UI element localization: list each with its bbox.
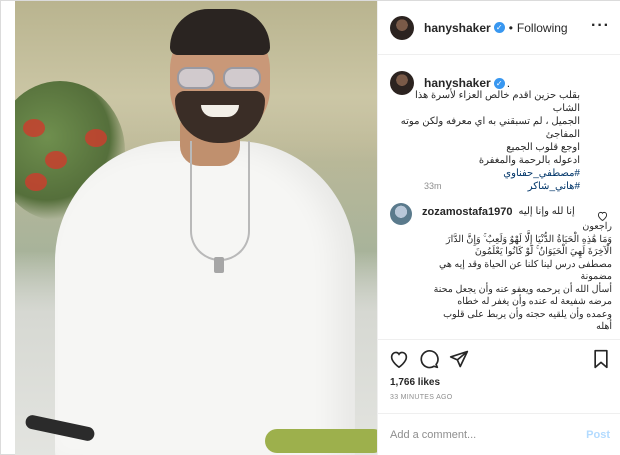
comment-item: zozamostafa1970 إنا لله وإنا إليه راجعون… [390, 203, 612, 332]
comment-line: وَمَا هَٰذِهِ الْحَيَاةُ الدُّنْيَا إِلَ… [446, 233, 612, 245]
green-seat [265, 429, 377, 453]
comment-bubble-icon[interactable] [418, 348, 440, 370]
verified-badge-icon: ✓ [493, 22, 505, 33]
post-comment-button[interactable]: Post [586, 429, 610, 441]
action-bar [378, 339, 620, 379]
background-flower [45, 151, 67, 169]
comments-list[interactable]: hanyshaker ✓ . بقلب حزين اقدم خالص العزا… [378, 57, 620, 339]
hashtag-link[interactable]: #هاني_شاكر [390, 180, 580, 193]
person-smile [201, 105, 239, 117]
author-avatar[interactable] [390, 15, 414, 40]
commenter-username[interactable]: zozamostafa1970 [422, 206, 513, 218]
caption-line: بقلب حزين اقدم خالص العزاء لأسرة هذا الش… [414, 90, 580, 114]
sunglasses-lens [177, 67, 215, 89]
paper-plane-icon[interactable] [448, 348, 470, 370]
post-header: hanyshaker ✓ • Following ··· [378, 1, 620, 55]
necklace-pendant [214, 257, 224, 273]
post-timestamp[interactable]: 33 MINUTES AGO [390, 394, 453, 401]
caption-line: ادعوله بالرحمة والمغفرة [478, 155, 580, 166]
more-horizontal-icon[interactable]: ··· [591, 17, 610, 35]
comment-text: راجعون وَمَا هَٰذِهِ الْحَيَاةُ الدُّنْي… [390, 221, 612, 334]
comment-line: مصطفى درس لينا كلنا عن الحياة وقد إيه هي [438, 258, 612, 270]
comment-line: مضمونة [580, 271, 612, 282]
author-username[interactable]: hanyshaker [424, 21, 491, 35]
comment-line: أسأل الله أن يرحمه ويعفو عنه وأن يجعل مح… [433, 283, 612, 295]
comment-line: الْآخِرَةَ لَهِيَ الْحَيَوَانُ ۚ لَوْ كَ… [474, 246, 612, 257]
sunglasses-lens [223, 67, 261, 89]
add-comment-input[interactable] [390, 429, 587, 441]
background-flower [25, 173, 47, 191]
heart-outline-icon[interactable] [388, 348, 410, 370]
bookmark-icon[interactable] [590, 348, 612, 370]
comment-inline-text: إنا لله وإنا إليه [518, 206, 575, 217]
comment-line: أهله [596, 321, 612, 332]
background-flower [85, 129, 107, 147]
caption-inline-text: . [506, 76, 511, 90]
header-separator: • [508, 20, 513, 35]
comment-line: مرضه شفيعة له عنده وأن يغفر له خطاه [457, 296, 612, 307]
likes-count[interactable]: 1,766 likes [390, 377, 440, 388]
caption-timestamp[interactable]: 33m [424, 181, 442, 191]
hashtag-link[interactable]: #مصطفي_حفناوي [390, 167, 580, 180]
caption-text: بقلب حزين اقدم خالص العزاء لأسرة هذا الش… [390, 89, 580, 193]
caption-username[interactable]: hanyshaker [424, 76, 491, 90]
comment-form: Post [378, 413, 620, 455]
sunglasses [175, 67, 265, 91]
verified-badge-icon: ✓ [493, 77, 505, 89]
comment-line: وعمده وأن يلقيه حجته وأن يربط على قلوب [443, 308, 612, 320]
comment-line: راجعون [582, 221, 612, 232]
instagram-post-window: hanyshaker ✓ • Following ··· hanyshaker … [0, 0, 620, 455]
following-button[interactable]: Following [517, 21, 568, 35]
background-flower [23, 119, 45, 137]
post-photo[interactable] [15, 1, 377, 455]
caption-line: الجميل ، لم تسبقني به اي معرفه ولكن موته… [400, 116, 580, 140]
caption-line: اوجع قلوب الجميع [506, 142, 580, 153]
necklace-chain [190, 141, 250, 261]
post-side-panel: hanyshaker ✓ • Following ··· hanyshaker … [377, 1, 620, 455]
